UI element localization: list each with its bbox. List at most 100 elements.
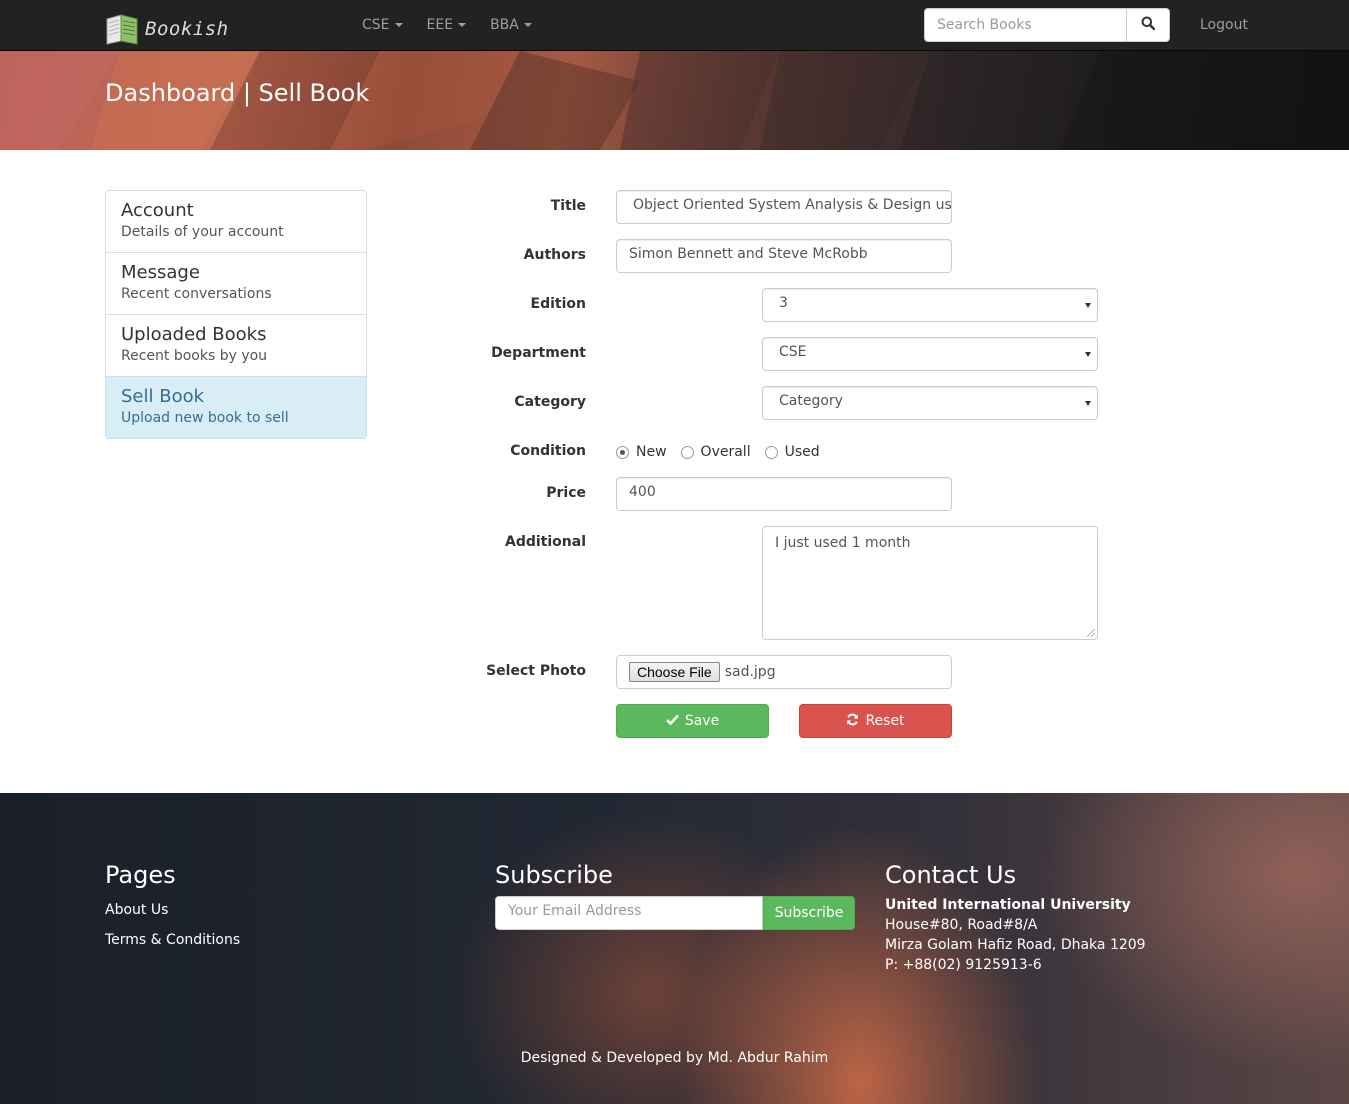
sidebar-item-title: Uploaded Books bbox=[121, 324, 267, 345]
resize-handle-icon[interactable] bbox=[1087, 629, 1095, 637]
form-row-title: Title Object Oriented System Analysis & … bbox=[440, 190, 952, 224]
footer-pages: Pages About Us Terms & Conditions bbox=[105, 861, 240, 955]
additional-text: I just used 1 month bbox=[775, 535, 911, 551]
contact-organization: United International University bbox=[885, 897, 1131, 913]
caret-down-icon bbox=[458, 23, 467, 27]
edition-selected-value: 3 bbox=[779, 295, 788, 311]
radio-button[interactable] bbox=[680, 445, 694, 459]
department-selected-value: CSE bbox=[779, 344, 807, 360]
page-header-banner: Dashboard | Sell Book bbox=[0, 51, 1349, 150]
nav-dropdown-label: CSE bbox=[362, 17, 390, 33]
brand-logo[interactable]: Bookish bbox=[105, 13, 229, 45]
nav-dropdown-bba[interactable]: BBA bbox=[478, 0, 544, 50]
footer-contact-heading: Contact Us bbox=[885, 861, 1017, 889]
department-select[interactable]: CSE bbox=[762, 337, 1098, 371]
chevron-down-icon bbox=[1085, 401, 1091, 406]
form-row-price: Price 400 bbox=[440, 477, 952, 511]
radio-button-checked[interactable] bbox=[616, 445, 629, 459]
book-logo-icon bbox=[105, 13, 139, 45]
footer-subscribe-heading: Subscribe bbox=[495, 861, 613, 889]
sidebar-item-subtitle: Recent books by you bbox=[121, 348, 268, 364]
footer-link-about-us[interactable]: About Us bbox=[105, 895, 240, 925]
reset-button-label: Reset bbox=[865, 713, 905, 729]
authors-input[interactable]: Simon Bennett and Steve McRobb bbox=[616, 239, 952, 273]
logout-link[interactable]: Logout bbox=[1200, 0, 1248, 50]
refresh-icon bbox=[846, 713, 865, 730]
selected-file-name: sad.jpg bbox=[724, 664, 776, 680]
additional-textarea[interactable]: I just used 1 month bbox=[762, 526, 1098, 640]
search-button[interactable] bbox=[1127, 8, 1170, 42]
footer-contact: Contact Us United International Universi… bbox=[885, 861, 1146, 975]
edition-select[interactable]: 3 bbox=[762, 288, 1098, 322]
authors-label: Authors bbox=[523, 247, 586, 263]
contact-address-line: House#80, Road#8/A bbox=[885, 917, 1038, 933]
category-label: Category bbox=[514, 394, 586, 410]
category-select[interactable]: Category bbox=[762, 386, 1098, 420]
condition-label: Condition bbox=[510, 443, 586, 459]
subscribe-email-input[interactable]: Your Email Address bbox=[495, 896, 763, 930]
sidebar-item-uploaded-books[interactable]: Uploaded Books Recent books by you bbox=[105, 314, 367, 377]
edition-label: Edition bbox=[530, 296, 586, 312]
radio-label: New bbox=[636, 444, 667, 460]
subscribe-button[interactable]: Subscribe bbox=[763, 896, 855, 930]
sidebar-item-subtitle: Details of your account bbox=[121, 224, 284, 240]
sidebar-item-message[interactable]: Message Recent conversations bbox=[105, 252, 367, 315]
check-icon bbox=[665, 713, 685, 729]
radio-label: Used bbox=[784, 444, 820, 460]
nav-dropdown-eee[interactable]: EEE bbox=[415, 0, 479, 50]
save-button[interactable]: Save bbox=[616, 704, 769, 738]
form-row-department: Department CSE bbox=[440, 337, 1098, 371]
reset-button[interactable]: Reset bbox=[799, 704, 952, 738]
additional-label: Additional bbox=[505, 534, 586, 550]
radio-label: Overall bbox=[700, 444, 751, 460]
title-input[interactable]: Object Oriented System Analysis & Design… bbox=[616, 190, 952, 224]
category-selected-value: Category bbox=[779, 393, 843, 409]
save-button-label: Save bbox=[684, 713, 720, 729]
sidebar-item-subtitle: Recent conversations bbox=[121, 286, 272, 302]
condition-radio-new[interactable]: New bbox=[616, 444, 667, 460]
nav-dropdown-label: BBA bbox=[490, 17, 519, 33]
form-row-authors: Authors Simon Bennett and Steve McRobb bbox=[440, 239, 952, 273]
choose-file-button[interactable]: Choose File bbox=[629, 662, 720, 682]
contact-address-line: Mirza Golam Hafiz Road, Dhaka 1209 bbox=[885, 937, 1146, 953]
navbar: Bookish CSE EEE BBA Logout bbox=[0, 0, 1349, 51]
form-row-condition: Condition New Overall Used bbox=[440, 435, 952, 460]
form-row-category: Category Category bbox=[440, 386, 1098, 420]
nav-menu: CSE EEE BBA bbox=[350, 0, 544, 50]
search-form bbox=[924, 8, 1170, 42]
sidebar-item-sell-book[interactable]: Sell Book Upload new book to sell bbox=[105, 376, 367, 439]
search-icon bbox=[1141, 16, 1156, 34]
nav-dropdown-label: EEE bbox=[426, 17, 454, 33]
sidebar-item-title: Account bbox=[121, 200, 194, 221]
price-input[interactable]: 400 bbox=[616, 477, 952, 511]
search-input[interactable] bbox=[924, 8, 1127, 42]
sidebar-item-subtitle: Upload new book to sell bbox=[121, 410, 289, 426]
nav-dropdown-cse[interactable]: CSE bbox=[350, 0, 415, 50]
sidebar-item-title: Sell Book bbox=[121, 386, 205, 407]
caret-down-icon bbox=[394, 23, 403, 27]
price-label: Price bbox=[546, 485, 586, 501]
footer-credit: Designed & Developed by Md. Abdur Rahim bbox=[520, 1050, 829, 1066]
photo-label: Select Photo bbox=[486, 663, 586, 679]
brand-name: Bookish bbox=[145, 18, 229, 40]
caret-down-icon bbox=[523, 23, 532, 27]
page-title: Dashboard | Sell Book bbox=[105, 79, 370, 107]
condition-radio-overall[interactable]: Overall bbox=[680, 444, 751, 460]
form-row-edition: Edition 3 bbox=[440, 288, 1098, 322]
form-row-additional: Additional I just used 1 month bbox=[440, 526, 1098, 640]
form-row-photo: Select Photo Choose File sad.jpg bbox=[440, 655, 952, 689]
chevron-down-icon bbox=[1085, 352, 1091, 357]
footer-subscribe: Subscribe Your Email Address Subscribe bbox=[495, 861, 855, 930]
department-label: Department bbox=[491, 345, 586, 361]
radio-button[interactable] bbox=[764, 445, 778, 459]
sidebar-item-title: Message bbox=[121, 262, 200, 283]
contact-phone: P: +88(02) 9125913-6 bbox=[885, 957, 1042, 973]
condition-radio-group: New Overall Used bbox=[616, 435, 952, 469]
footer-link-terms[interactable]: Terms & Conditions bbox=[105, 925, 240, 955]
sidebar-item-account[interactable]: Account Details of your account bbox=[105, 190, 367, 253]
chevron-down-icon bbox=[1085, 303, 1091, 308]
title-label: Title bbox=[550, 198, 586, 214]
subscribe-form: Your Email Address Subscribe bbox=[495, 896, 855, 930]
condition-radio-used[interactable]: Used bbox=[764, 444, 820, 460]
footer-pages-heading: Pages bbox=[105, 861, 176, 889]
